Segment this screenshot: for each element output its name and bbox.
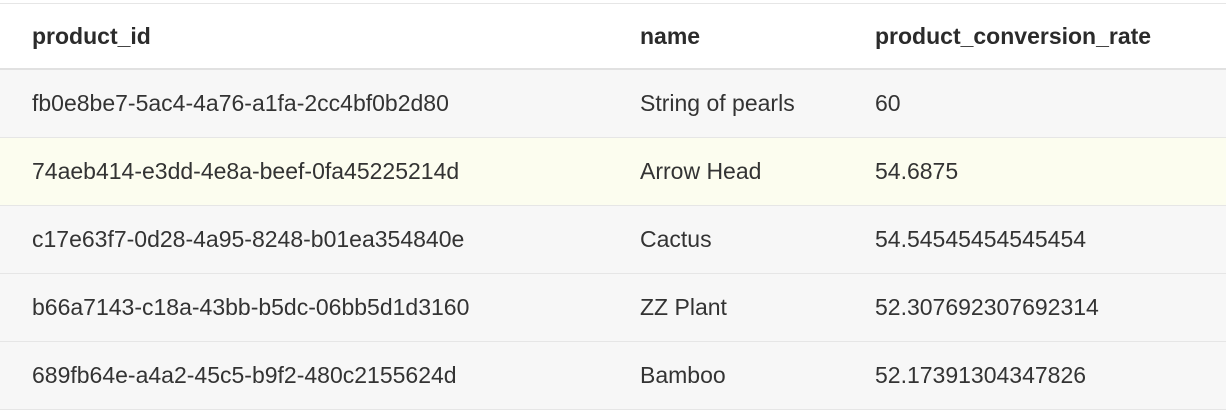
table-row[interactable]: 689fb64e-a4a2-45c5-b9f2-480c2155624d Bam… <box>0 341 1226 410</box>
cell-product-id: 74aeb414-e3dd-4e8a-beef-0fa45225214d <box>0 137 608 206</box>
cell-product-conversion-rate: 54.6875 <box>843 137 1226 206</box>
table-row[interactable]: b66a7143-c18a-43bb-b5dc-06bb5d1d3160 ZZ … <box>0 273 1226 342</box>
cell-name: Bamboo <box>608 341 843 410</box>
results-table: product_id name product_conversion_rate … <box>0 4 1226 410</box>
cell-name: String of pearls <box>608 69 843 138</box>
table-row[interactable]: c17e63f7-0d28-4a95-8248-b01ea354840e Cac… <box>0 205 1226 274</box>
cell-product-id: b66a7143-c18a-43bb-b5dc-06bb5d1d3160 <box>0 273 608 342</box>
table-body: fb0e8be7-5ac4-4a76-a1fa-2cc4bf0b2d80 Str… <box>0 69 1226 410</box>
cell-product-conversion-rate: 52.17391304347826 <box>843 341 1226 410</box>
column-header-product-conversion-rate[interactable]: product_conversion_rate <box>843 4 1226 70</box>
results-table-container: product_id name product_conversion_rate … <box>0 0 1226 418</box>
column-header-name[interactable]: name <box>608 4 843 70</box>
header-row: product_id name product_conversion_rate <box>0 4 1226 70</box>
table-row[interactable]: fb0e8be7-5ac4-4a76-a1fa-2cc4bf0b2d80 Str… <box>0 69 1226 138</box>
cell-product-conversion-rate: 54.54545454545454 <box>843 205 1226 274</box>
cell-product-conversion-rate: 60 <box>843 69 1226 138</box>
cell-name: Cactus <box>608 205 843 274</box>
cell-product-id: c17e63f7-0d28-4a95-8248-b01ea354840e <box>0 205 608 274</box>
cell-name: Arrow Head <box>608 137 843 206</box>
cell-name: ZZ Plant <box>608 273 843 342</box>
table-row[interactable]: 74aeb414-e3dd-4e8a-beef-0fa45225214d Arr… <box>0 137 1226 206</box>
cell-product-conversion-rate: 52.307692307692314 <box>843 273 1226 342</box>
column-header-product-id[interactable]: product_id <box>0 4 608 70</box>
table-header: product_id name product_conversion_rate <box>0 4 1226 70</box>
cell-product-id: fb0e8be7-5ac4-4a76-a1fa-2cc4bf0b2d80 <box>0 69 608 138</box>
cell-product-id: 689fb64e-a4a2-45c5-b9f2-480c2155624d <box>0 341 608 410</box>
